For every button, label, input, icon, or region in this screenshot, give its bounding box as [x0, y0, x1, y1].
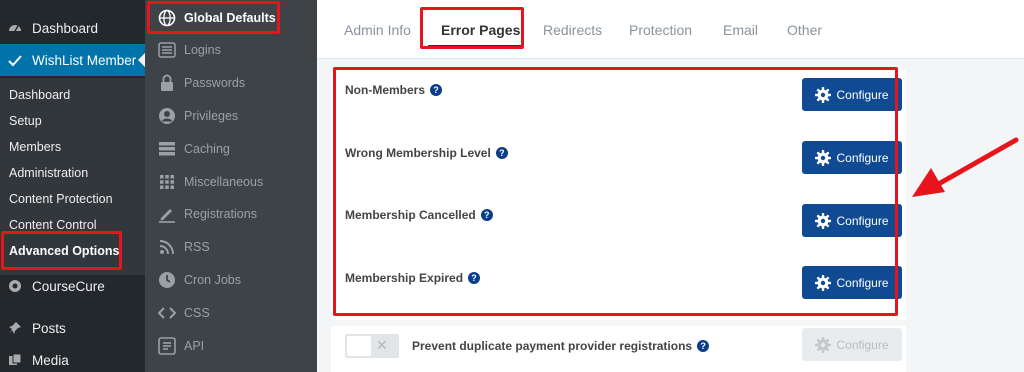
red-arrow-icon: [912, 137, 1019, 197]
